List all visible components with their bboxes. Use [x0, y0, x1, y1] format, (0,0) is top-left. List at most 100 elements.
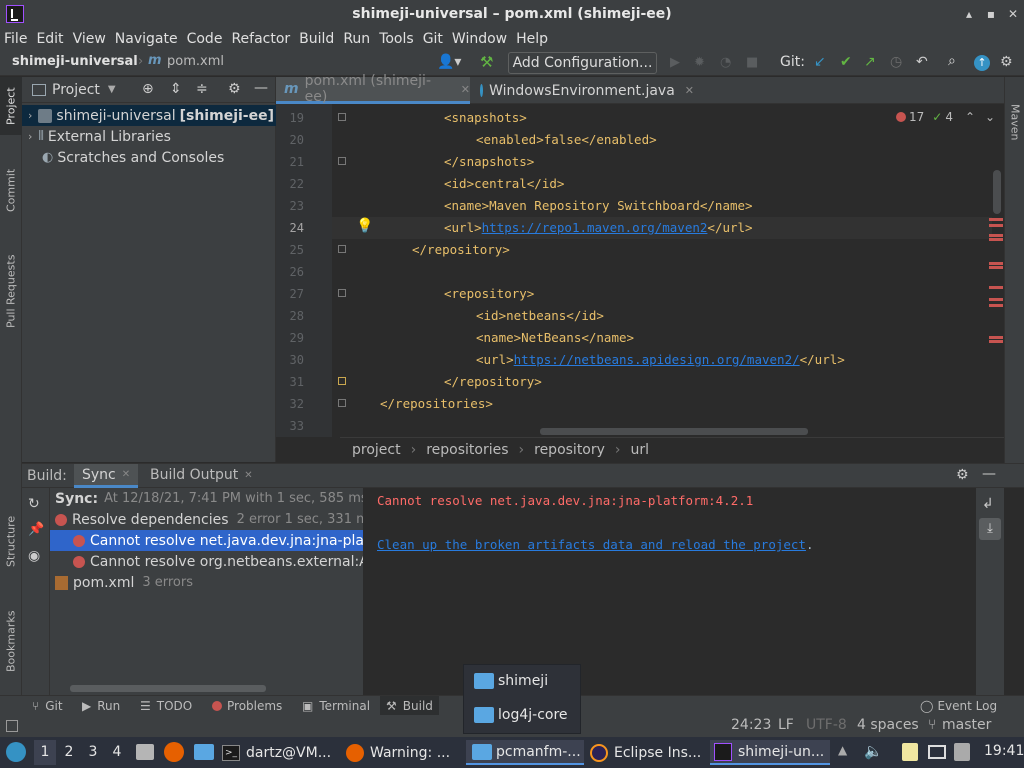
- tab-build-output[interactable]: Build Output ✕: [150, 467, 253, 483]
- collapse-all-icon[interactable]: ≑: [196, 81, 208, 97]
- popup-window-shimeji[interactable]: shimeji: [474, 673, 548, 689]
- search-icon[interactable]: ⌕: [948, 53, 956, 69]
- nav-file-crumb[interactable]: pom.xml: [167, 54, 224, 69]
- menu-git[interactable]: Git: [423, 31, 443, 47]
- line-separator[interactable]: LF: [778, 717, 794, 733]
- toggle-tool-windows-icon[interactable]: [6, 720, 18, 732]
- breadcrumb-item[interactable]: project: [352, 442, 401, 458]
- menu-navigate[interactable]: Navigate: [115, 31, 178, 47]
- tab-pom-xml[interactable]: m pom.xml (shimeji-ee) ✕: [276, 73, 470, 105]
- close-tab-icon[interactable]: ✕: [685, 84, 694, 97]
- profile-icon[interactable]: ◔: [720, 55, 731, 70]
- minimize-icon[interactable]: ▴: [962, 7, 976, 21]
- menu-build[interactable]: Build: [299, 31, 334, 47]
- inspection-widget[interactable]: 17 ✓ 4 ⌃ ⌄: [896, 110, 995, 124]
- menu-tools[interactable]: Tools: [379, 31, 414, 47]
- chevron-right-icon[interactable]: ›: [28, 109, 32, 122]
- git-push-icon[interactable]: ↗: [864, 54, 876, 70]
- tool-tab-structure[interactable]: Structure: [0, 503, 22, 579]
- scroll-to-end-icon[interactable]: ⤓: [979, 518, 1001, 540]
- tree-item-external-libraries[interactable]: › ⫴ External Libraries: [22, 126, 276, 147]
- chevron-down-icon[interactable]: ▼: [108, 84, 116, 95]
- clock[interactable]: 19:41: [984, 743, 1024, 759]
- caret-position[interactable]: 24:23: [731, 717, 771, 733]
- error-stripe-mark[interactable]: [989, 304, 1003, 307]
- git-update-icon[interactable]: ↙: [814, 54, 826, 70]
- error-item-selected[interactable]: Cannot resolve net.java.dev.jna:jna-plat…: [50, 530, 363, 551]
- reload-icon[interactable]: ↻: [28, 496, 40, 512]
- fold-marker-icon[interactable]: [338, 245, 346, 253]
- build-hammer-icon[interactable]: ⚒: [480, 53, 493, 71]
- tool-tab-commit[interactable]: Commit: [0, 159, 22, 221]
- expand-all-icon[interactable]: ⇕: [170, 81, 182, 97]
- error-item[interactable]: Cannot resolve org.netbeans.external:Abs…: [73, 551, 363, 572]
- cleanup-link[interactable]: Clean up the broken artifacts data and r…: [377, 537, 806, 552]
- rollback-icon[interactable]: ↶: [916, 54, 928, 70]
- hide-panel-icon[interactable]: —: [254, 80, 268, 96]
- workspace-4[interactable]: 4: [106, 740, 128, 765]
- update-icon[interactable]: ↑: [974, 55, 990, 71]
- hide-panel-icon[interactable]: —: [982, 466, 996, 482]
- close-tab-icon[interactable]: ✕: [461, 83, 470, 96]
- tool-tab-pull-requests[interactable]: Pull Requests: [0, 243, 22, 339]
- indent-setting[interactable]: 4 spaces: [857, 717, 919, 733]
- network-icon[interactable]: [928, 745, 946, 759]
- menu-code[interactable]: Code: [187, 31, 223, 47]
- stop-icon[interactable]: ■: [746, 55, 758, 70]
- tool-problems[interactable]: Problems: [212, 699, 282, 713]
- close-tab-icon[interactable]: ✕: [122, 469, 130, 480]
- error-stripe-mark[interactable]: [989, 262, 1003, 265]
- task-eclipse[interactable]: Eclipse Ins...: [590, 740, 708, 765]
- menu-refactor[interactable]: Refactor: [231, 31, 290, 47]
- fold-marker-icon[interactable]: [338, 157, 346, 165]
- files-launcher-icon[interactable]: [136, 744, 154, 760]
- run-icon[interactable]: ▶: [670, 55, 680, 70]
- pin-icon[interactable]: 📌: [28, 522, 44, 537]
- file-encoding[interactable]: UTF-8: [806, 717, 847, 733]
- tool-tab-project[interactable]: Project: [0, 77, 22, 135]
- workspace-1[interactable]: 1: [34, 740, 56, 765]
- tree-item-scratches[interactable]: ◐ Scratches and Consoles: [22, 147, 276, 168]
- error-stripe-mark[interactable]: [989, 238, 1003, 241]
- chevron-right-icon[interactable]: ›: [28, 130, 32, 143]
- soft-wrap-icon[interactable]: ↲: [982, 496, 994, 512]
- folder-launcher-icon[interactable]: [194, 744, 214, 760]
- add-configuration-button[interactable]: Add Configuration...: [508, 52, 657, 74]
- error-stripe-mark[interactable]: [989, 218, 1003, 221]
- tool-run[interactable]: ▶ Run: [82, 699, 120, 713]
- tool-git[interactable]: ⑂ Git: [32, 699, 63, 713]
- tool-terminal[interactable]: ▣ Terminal: [302, 699, 370, 713]
- pom-item[interactable]: pom.xml 3 errors: [55, 572, 193, 593]
- menu-run[interactable]: Run: [343, 31, 370, 47]
- previous-highlight-icon[interactable]: ⌃: [965, 110, 975, 124]
- close-tab-icon[interactable]: ✕: [244, 470, 252, 481]
- menu-view[interactable]: View: [73, 31, 106, 47]
- error-stripe-mark[interactable]: [989, 298, 1003, 301]
- eye-icon[interactable]: ◉: [28, 548, 40, 564]
- horizontal-scrollbar[interactable]: [540, 428, 808, 435]
- locate-icon[interactable]: ⊕: [142, 81, 154, 97]
- git-branch[interactable]: master: [942, 717, 991, 733]
- error-stripe-mark[interactable]: [989, 224, 1003, 227]
- menu-help[interactable]: Help: [516, 31, 548, 47]
- tool-tab-bookmarks[interactable]: Bookmarks: [0, 595, 22, 687]
- tab-sync[interactable]: Sync ✕: [74, 464, 139, 488]
- sync-summary[interactable]: Sync: At 12/18/21, 7:41 PM with 1 sec, 5…: [55, 488, 363, 509]
- start-menu-icon[interactable]: [6, 742, 26, 762]
- git-commit-icon[interactable]: ✔: [840, 54, 852, 70]
- task-intellij[interactable]: shimeji-un...: [710, 740, 830, 765]
- task-pcmanfm[interactable]: pcmanfm-...: [466, 740, 584, 765]
- tool-event-log[interactable]: ◯ Event Log: [920, 699, 997, 713]
- error-stripe-mark[interactable]: [989, 286, 1003, 289]
- volume-icon[interactable]: 🔈: [864, 742, 883, 760]
- firefox-launcher-icon[interactable]: [164, 742, 184, 762]
- tab-windows-environment[interactable]: WindowsEnvironment.java ✕: [472, 77, 694, 104]
- tool-todo[interactable]: ☰ TODO: [140, 699, 192, 713]
- editor-area[interactable]: [276, 77, 1004, 437]
- breadcrumb-item[interactable]: url: [631, 442, 650, 458]
- task-terminal[interactable]: >_ dartz@VM...: [222, 740, 340, 765]
- fold-marker-icon[interactable]: [338, 289, 346, 297]
- error-stripe-mark[interactable]: [989, 266, 1003, 269]
- user-icon[interactable]: 👤▾: [437, 54, 461, 70]
- menu-window[interactable]: Window: [452, 31, 507, 47]
